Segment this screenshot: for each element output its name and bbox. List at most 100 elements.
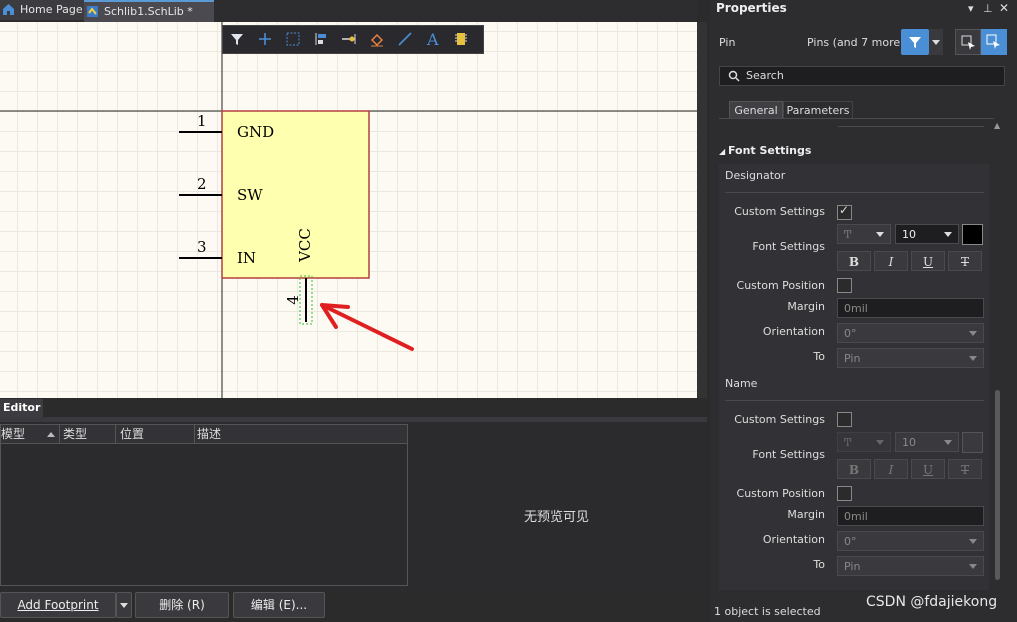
- designator-bold-button[interactable]: B: [837, 251, 871, 271]
- pin-panel-icon[interactable]: ⊥: [983, 2, 993, 15]
- name-to-select[interactable]: Pin: [837, 556, 984, 576]
- to-label: To: [813, 350, 825, 363]
- preview-placeholder: 无预览可见: [524, 510, 590, 525]
- custom-settings-label: Custom Settings: [734, 413, 825, 426]
- table-header: 模型 类型 位置 描述: [1, 425, 407, 444]
- select-rect-icon[interactable]: [283, 29, 303, 49]
- close-icon[interactable]: ✕: [999, 1, 1009, 15]
- sort-ascending-icon: [47, 432, 55, 437]
- font-settings-label: Font Settings: [752, 448, 825, 461]
- tab-label: Home Page: [20, 3, 83, 16]
- orientation-label: Orientation: [762, 533, 825, 546]
- custom-position-label: Custom Position: [736, 487, 825, 500]
- tab-underline: [719, 118, 994, 119]
- pin-3-number: 3: [197, 238, 207, 256]
- pin-2-number: 2: [197, 175, 207, 193]
- align-icon[interactable]: [311, 29, 331, 49]
- tab-schlib[interactable]: Schlib1.SchLib *: [84, 0, 214, 22]
- column-header-location[interactable]: 位置: [120, 425, 195, 443]
- component-icon[interactable]: [451, 29, 471, 49]
- panel-menu-icon[interactable]: ▾: [968, 2, 974, 15]
- designator-orientation-select[interactable]: 0°: [837, 323, 984, 343]
- select-objects-button[interactable]: [955, 29, 981, 55]
- pin-4-number: 4: [283, 295, 302, 305]
- font-type-icon: Ͳ: [844, 228, 852, 241]
- name-font-color-swatch[interactable]: [962, 432, 983, 453]
- schematic-drawing: [0, 22, 697, 398]
- svg-text:A: A: [426, 30, 439, 49]
- section-font-settings[interactable]: ◢ Font Settings: [719, 144, 811, 157]
- designator-italic-button[interactable]: I: [874, 251, 908, 271]
- custom-settings-label: Custom Settings: [734, 205, 825, 218]
- tab-parameters[interactable]: Parameters: [783, 101, 853, 119]
- pin-4-name: VCC: [295, 228, 314, 262]
- pin-2-name: SW: [237, 186, 263, 204]
- chevron-down-icon: [932, 40, 940, 45]
- status-text: 1 object is selected: [714, 605, 821, 618]
- name-underline-button[interactable]: U: [911, 459, 945, 479]
- name-font-family-select[interactable]: Ͳ: [837, 432, 891, 452]
- designator-custom-settings-checkbox[interactable]: ✓: [837, 203, 852, 220]
- canvas-scrollbar[interactable]: [697, 22, 707, 398]
- margin-label: Margin: [787, 508, 825, 521]
- name-custom-settings-checkbox[interactable]: [837, 412, 852, 427]
- designator-font-color-swatch[interactable]: [962, 224, 983, 245]
- divider: [725, 400, 984, 401]
- chevron-down-icon: [120, 603, 128, 608]
- properties-panel: Properties ▾ ⊥ ✕ Pin Pins (and 7 more) S…: [710, 0, 1017, 622]
- text-icon[interactable]: A: [423, 29, 443, 49]
- designator-to-select[interactable]: Pin: [837, 348, 984, 368]
- designator-margin-input[interactable]: 0mil: [837, 298, 984, 318]
- designator-font-size-select[interactable]: 10: [895, 224, 959, 244]
- document-tab-bar: Home Page Schlib1.SchLib *: [0, 0, 697, 22]
- add-footprint-button[interactable]: Add Footprint: [0, 592, 116, 618]
- zoom-selected-button[interactable]: [981, 29, 1007, 55]
- pin-3-name: IN: [237, 249, 257, 267]
- add-footprint-dropdown[interactable]: [116, 592, 132, 618]
- name-bold-button[interactable]: B: [837, 459, 871, 479]
- cross-icon[interactable]: [255, 29, 275, 49]
- name-font-size-select[interactable]: 10: [895, 432, 959, 452]
- designator-strikethrough-button[interactable]: T: [948, 251, 982, 271]
- collapse-icon: ◢: [719, 147, 728, 156]
- to-label: To: [813, 558, 825, 571]
- name-heading: Name: [725, 377, 758, 390]
- watermark: CSDN @fdajiekong: [866, 594, 998, 610]
- footprint-model-table[interactable]: 模型 类型 位置 描述: [0, 424, 408, 586]
- pin-icon[interactable]: [339, 29, 359, 49]
- filter-button[interactable]: [901, 29, 929, 55]
- designator-custom-position-checkbox[interactable]: [837, 278, 852, 293]
- panel-title: Properties: [716, 1, 787, 15]
- filter-icon[interactable]: [227, 29, 247, 49]
- object-type-label: Pin: [719, 36, 736, 49]
- schematic-canvas[interactable]: 1 GND 2 SW 3 IN 4 VCC: [0, 22, 697, 398]
- column-header-description[interactable]: 描述: [197, 425, 405, 443]
- cursor-select-icon: [961, 35, 975, 50]
- orientation-label: Orientation: [762, 325, 825, 338]
- eraser-icon[interactable]: [367, 29, 387, 49]
- selection-filter-label: Pins (and 7 more): [807, 36, 905, 49]
- cursor-zoom-icon: [986, 34, 1000, 49]
- tab-general[interactable]: General: [729, 101, 783, 119]
- panel-scrollbar-thumb[interactable]: [995, 390, 1000, 580]
- name-orientation-select[interactable]: 0°: [837, 531, 984, 551]
- column-header-type[interactable]: 类型: [63, 425, 116, 443]
- designator-font-family-select[interactable]: Ͳ: [837, 224, 891, 244]
- checkmark-icon: ✓: [839, 203, 850, 217]
- column-header-model[interactable]: 模型: [1, 425, 60, 443]
- name-italic-button[interactable]: I: [874, 459, 908, 479]
- name-margin-input[interactable]: 0mil: [837, 506, 984, 526]
- search-input[interactable]: Search: [719, 66, 1005, 86]
- filter-dropdown[interactable]: [929, 29, 943, 55]
- scroll-up-icon[interactable]: ▲: [994, 121, 1000, 130]
- line-icon[interactable]: [395, 29, 415, 49]
- edit-button[interactable]: 编辑 (E)...: [233, 592, 325, 618]
- font-type-icon: Ͳ: [844, 436, 852, 449]
- margin-label: Margin: [787, 300, 825, 313]
- editor-panel-title: Editor: [0, 399, 43, 417]
- schlib-file-icon: [87, 6, 98, 17]
- name-custom-position-checkbox[interactable]: [837, 486, 852, 501]
- name-strikethrough-button[interactable]: T: [948, 459, 982, 479]
- delete-button[interactable]: 删除 (R): [135, 592, 229, 618]
- designator-underline-button[interactable]: U: [911, 251, 945, 271]
